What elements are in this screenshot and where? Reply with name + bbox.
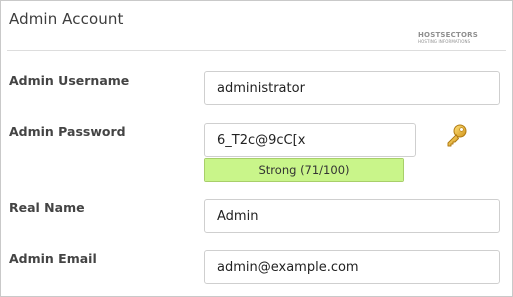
admin-password-label: Admin Password xyxy=(9,124,126,139)
key-icon xyxy=(447,124,467,147)
admin-account-panel: Admin Account HOSTSECTORS HOSTING INFORM… xyxy=(0,0,513,297)
admin-email-label: Admin Email xyxy=(9,251,97,266)
watermark-bottom-text: HOSTING INFORMATIONS xyxy=(418,39,471,44)
hostsectors-watermark: HOSTSECTORS HOSTING INFORMATIONS xyxy=(418,32,484,46)
admin-username-label: Admin Username xyxy=(9,73,130,88)
admin-password-input[interactable] xyxy=(204,123,416,157)
generate-password-button[interactable] xyxy=(443,122,471,150)
panel-title: Admin Account xyxy=(9,10,124,28)
password-strength-text: Strong (71/100) xyxy=(258,163,350,177)
real-name-input[interactable] xyxy=(204,199,500,233)
real-name-label: Real Name xyxy=(9,200,85,215)
password-strength-meter: Strong (71/100) xyxy=(204,158,404,182)
title-divider xyxy=(7,50,506,51)
admin-email-input[interactable] xyxy=(204,250,500,284)
watermark-top-text: HOSTSECTORS xyxy=(418,31,478,39)
admin-username-input[interactable] xyxy=(204,71,500,105)
